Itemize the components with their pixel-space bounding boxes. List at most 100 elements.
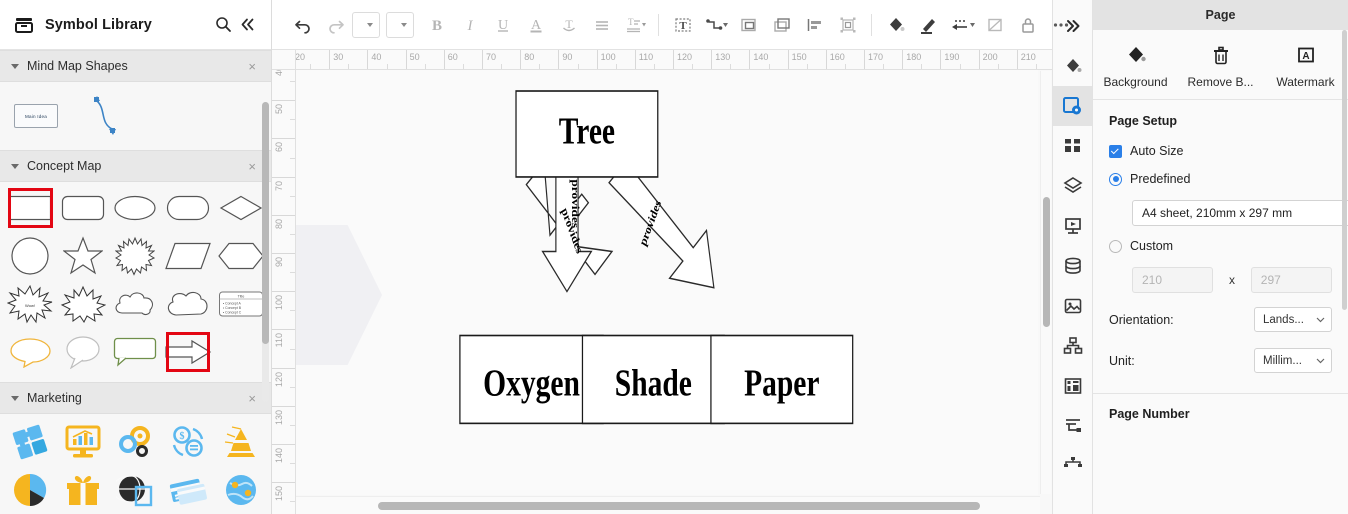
shape-starburst-round[interactable] (109, 232, 162, 280)
shape-cloud-2[interactable] (162, 280, 215, 328)
shadow-icon[interactable] (978, 10, 1011, 40)
floor-plan-icon[interactable] (1053, 366, 1092, 406)
section-header-marketing[interactable]: Marketing × (0, 382, 271, 414)
custom-label[interactable]: Custom (1130, 239, 1173, 253)
auto-size-checkbox[interactable] (1109, 144, 1122, 158)
text-box-icon[interactable]: T (666, 10, 699, 40)
pyramid-icon[interactable] (214, 418, 267, 466)
font-size-select[interactable] (386, 11, 414, 38)
remove-background-button[interactable]: Remove B... (1178, 44, 1263, 89)
italic-icon[interactable]: I (453, 10, 486, 40)
org-chart-icon[interactable] (1053, 326, 1092, 366)
custom-row[interactable]: Custom (1109, 239, 1332, 253)
orientation-select[interactable]: Lands... (1254, 307, 1332, 332)
shape-ellipse[interactable] (109, 184, 162, 232)
library-scrollbar[interactable] (262, 102, 269, 402)
connector-icon[interactable] (699, 10, 732, 40)
shape-circle[interactable] (4, 232, 57, 280)
fill-color-icon[interactable] (879, 10, 912, 40)
shape-cloud-1[interactable] (109, 280, 162, 328)
outline-icon[interactable] (1053, 406, 1092, 446)
predefined-row[interactable]: Predefined (1109, 172, 1332, 186)
more-options-icon[interactable] (1044, 10, 1077, 40)
gears-icon[interactable] (109, 418, 162, 466)
line-arrow-icon[interactable] (945, 10, 978, 40)
font-family-select[interactable] (352, 11, 380, 38)
custom-radio[interactable] (1109, 239, 1122, 253)
lock-icon[interactable] (1011, 10, 1044, 40)
predefined-label[interactable]: Predefined (1130, 172, 1190, 186)
close-icon[interactable]: × (245, 390, 259, 407)
page-settings-icon[interactable] (1053, 86, 1092, 126)
shape-speech-balloon[interactable] (57, 328, 110, 376)
group-icon[interactable] (732, 10, 765, 40)
font-color-icon[interactable]: A (519, 10, 552, 40)
page-panel-scrollbar[interactable] (1342, 30, 1347, 310)
shape-curved-connector[interactable] (84, 93, 126, 139)
shape-rectangle[interactable] (4, 184, 57, 232)
pie-chart-icon[interactable] (4, 466, 57, 514)
close-icon[interactable]: × (245, 58, 259, 75)
shape-main-idea-box[interactable]: Main Idea (14, 104, 58, 128)
section-header-mind-map-shapes[interactable]: Mind Map Shapes × (0, 50, 271, 82)
underline-icon[interactable]: U (486, 10, 519, 40)
shape-speech-oval-orange[interactable] (4, 328, 57, 376)
background-button[interactable]: Background (1093, 44, 1178, 89)
money-exchange-icon[interactable]: $ (162, 418, 215, 466)
unit-select[interactable]: Millim... (1254, 348, 1332, 373)
puzzle-icon[interactable] (4, 418, 57, 466)
duplicate-icon[interactable] (765, 10, 798, 40)
canvas-area[interactable]: 20 30 40 50 60 70 80 90 100 110 120 130 140 150 160 170… (272, 50, 1052, 514)
predefined-size-select[interactable]: A4 sheet, 210mm x 297 mm (1132, 200, 1348, 226)
fill-color-icon[interactable] (1053, 46, 1092, 86)
undo-icon[interactable] (286, 10, 319, 40)
gift-icon[interactable] (57, 466, 110, 514)
image-icon[interactable] (1053, 286, 1092, 326)
collapse-left-icon[interactable] (235, 13, 259, 37)
shape-stadium[interactable] (162, 184, 215, 232)
align-objects-icon[interactable] (798, 10, 831, 40)
apps-grid-icon[interactable] (1053, 126, 1092, 166)
library-scrollbar-thumb[interactable] (262, 102, 269, 344)
auto-size-row[interactable]: Auto Size (1109, 144, 1332, 158)
credit-cards-icon[interactable] (162, 466, 215, 514)
redo-icon[interactable] (319, 10, 352, 40)
text-effect-icon[interactable]: T (552, 10, 585, 40)
page-panel-scrollbar-thumb[interactable] (1342, 30, 1347, 310)
presentation-icon[interactable] (1053, 206, 1092, 246)
canvas-hscroll-thumb[interactable] (378, 502, 980, 510)
database-icon[interactable] (1053, 246, 1092, 286)
shape-star[interactable] (57, 232, 110, 280)
chevron-down-icon[interactable] (11, 63, 19, 69)
chevron-down-icon[interactable] (11, 395, 19, 401)
auto-size-label[interactable]: Auto Size (1130, 144, 1184, 158)
canvas-vscroll-thumb[interactable] (1043, 197, 1050, 327)
shape-block-arrow-right[interactable] (162, 328, 215, 376)
search-icon[interactable] (211, 13, 235, 37)
line-style-icon[interactable] (912, 10, 945, 40)
shape-rounded-rectangle[interactable] (57, 184, 110, 232)
canvas-horizontal-scrollbar[interactable] (296, 496, 1040, 514)
mind-map-icon[interactable] (1053, 446, 1092, 486)
concept-map-diagram[interactable]: .nodebox { fill:#ffffff; stroke:#1a1a1a;… (296, 70, 1038, 495)
section-header-concept-map[interactable]: Concept Map × (0, 150, 271, 182)
watermark-button[interactable]: A Watermark (1263, 44, 1348, 89)
globe-document-icon[interactable] (109, 466, 162, 514)
custom-height-input[interactable]: 297 (1250, 267, 1332, 293)
shape-explosion-2[interactable] (57, 280, 110, 328)
line-spacing-icon[interactable]: T (618, 10, 651, 40)
custom-width-input[interactable]: 210 (1132, 267, 1214, 293)
shape-list-card[interactable]: Title • Concept A • Concept B • Concept … (214, 280, 267, 328)
layers-icon[interactable] (1053, 166, 1092, 206)
shape-parallelogram[interactable] (162, 232, 215, 280)
arrange-icon[interactable] (831, 10, 864, 40)
shape-diamond[interactable] (214, 184, 267, 232)
close-icon[interactable]: × (245, 158, 259, 175)
shape-explosion-1[interactable]: Wow! (4, 280, 57, 328)
shape-speech-rect-green[interactable] (109, 328, 162, 376)
align-icon[interactable] (585, 10, 618, 40)
canvas-vertical-scrollbar[interactable] (1040, 71, 1051, 494)
chevron-down-icon[interactable] (11, 163, 19, 169)
monitor-chart-icon[interactable] (57, 418, 110, 466)
globe-pins-icon[interactable] (214, 466, 267, 514)
